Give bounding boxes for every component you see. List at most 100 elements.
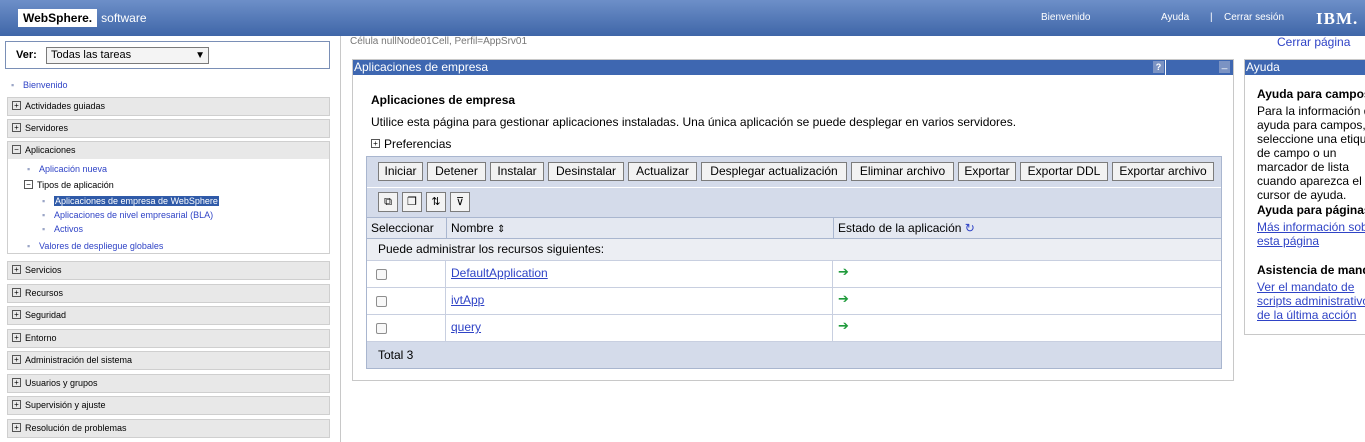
table-row: query ➔ — [367, 315, 1221, 342]
nav-category-servers[interactable]: + Servidores — [7, 119, 330, 138]
portlet-header: Aplicaciones de empresa ? _ — [353, 60, 1233, 75]
refresh-icon[interactable]: ↻ — [965, 221, 975, 235]
page-description: Utilice esta página para gestionar aplic… — [371, 115, 1017, 129]
command-assist-link[interactable]: Ver el mandato de scripts administrativo… — [1257, 280, 1365, 322]
brand-name: WebSphere. — [18, 9, 98, 27]
expand-icon: + — [12, 123, 21, 133]
update-button[interactable]: Actualizar — [628, 162, 697, 181]
bullet-icon: ▪ — [11, 80, 15, 90]
breadcrumb: Célula nullNode01Cell, Perfil=AppSrv01 — [350, 36, 528, 47]
brand-suffix: software — [101, 11, 147, 25]
nav-new-application[interactable]: ▪ Aplicación nueva — [27, 164, 107, 174]
expand-icon: + — [371, 139, 380, 149]
nav-category-resources[interactable]: + Recursos — [7, 284, 330, 303]
command-assist-heading: Asistencia de mandatos — [1257, 263, 1365, 277]
table-total: Total 3 — [367, 342, 1221, 368]
header-divider — [1165, 60, 1166, 75]
expand-icon: + — [12, 265, 21, 275]
welcome-text: Bienvenido — [1041, 12, 1091, 23]
nav-websphere-enterprise-apps[interactable]: ▪ Aplicaciones de empresa de WebSphere — [42, 196, 219, 206]
nav-category-troubleshooting[interactable]: + Resolución de problemas — [7, 419, 330, 438]
row-checkbox[interactable] — [376, 269, 387, 280]
help-icon[interactable]: ? — [1153, 61, 1164, 73]
applications-table: Iniciar Detener Instalar Desinstalar Act… — [366, 156, 1222, 369]
app-link[interactable]: query — [451, 320, 481, 334]
deselect-all-icon[interactable]: ❐ — [402, 192, 422, 212]
expand-icon: + — [12, 101, 21, 111]
bullet-icon: ▪ — [42, 224, 46, 234]
portlet-title: Aplicaciones de empresa — [354, 60, 489, 74]
nav-category-users-groups[interactable]: + Usuarios y grupos — [7, 374, 330, 393]
export-file-button[interactable]: Exportar archivo — [1112, 162, 1214, 181]
bullet-icon: ▪ — [42, 196, 46, 206]
nav-category-monitoring[interactable]: + Supervisión y ajuste — [7, 396, 330, 415]
page-help-heading: Ayuda para páginas — [1257, 203, 1365, 217]
dropdown-arrow-icon: ▼ — [195, 50, 205, 61]
start-button[interactable]: Iniciar — [378, 162, 423, 181]
nav-global-deployment-settings[interactable]: ▪ Valores de despliegue globales — [27, 241, 163, 251]
help-link[interactable]: Ayuda — [1161, 12, 1189, 23]
view-select[interactable]: Todas las tareas ▼ — [46, 47, 209, 64]
started-arrow-icon: ➔ — [838, 319, 849, 334]
preferences-toggle[interactable]: + Preferencias — [371, 137, 451, 151]
logout-link[interactable]: Cerrar sesión — [1224, 12, 1284, 23]
expand-icon: + — [12, 400, 21, 410]
nav-welcome-link[interactable]: ▪ Bienvenido — [11, 80, 68, 90]
top-link-separator: | — [1210, 12, 1213, 23]
table-row: ivtApp ➔ — [367, 288, 1221, 315]
row-checkbox[interactable] — [376, 296, 387, 307]
row-checkbox[interactable] — [376, 323, 387, 334]
expand-icon: + — [12, 310, 21, 320]
bullet-icon: ▪ — [27, 164, 31, 174]
collapse-icon: − — [12, 145, 21, 155]
expand-icon: + — [12, 355, 21, 365]
nav-category-security[interactable]: + Seguridad — [7, 306, 330, 325]
nav-category-services[interactable]: + Servicios — [7, 261, 330, 280]
expand-icon: + — [12, 333, 21, 343]
product-logo: WebSphere. software — [18, 8, 147, 28]
clear-filter-icon[interactable]: ⊽ — [450, 192, 470, 212]
export-ddl-button[interactable]: Exportar DDL — [1020, 162, 1108, 181]
sort-icon[interactable]: ⇕ — [497, 224, 505, 235]
app-link[interactable]: DefaultApplication — [451, 266, 548, 280]
column-name[interactable]: Nombre ⇕ — [447, 218, 834, 239]
bullet-icon: ▪ — [27, 241, 31, 251]
resources-note: Puede administrar los recursos siguiente… — [367, 239, 1221, 261]
close-page-link[interactable]: Cerrar página — [1277, 35, 1350, 49]
field-help-text: Para la información de ayuda para campos… — [1257, 104, 1365, 202]
app-link[interactable]: ivtApp — [451, 293, 484, 307]
rollout-update-button[interactable]: Desplegar actualización — [701, 162, 847, 181]
nav-category-applications: − Aplicaciones ▪ Aplicación nueva − Tipos d… — [7, 141, 330, 254]
selection-icon-bar: ⧉ ❐ ⇅ ⊽ — [367, 187, 1221, 217]
nav-business-level-apps[interactable]: ▪ Aplicaciones de nivel empresarial (BLA) — [42, 210, 213, 220]
uninstall-button[interactable]: Desinstalar — [548, 162, 624, 181]
navigation-panel: Ver: Todas las tareas ▼ ▪ Bienvenido + Act… — [0, 36, 341, 442]
ibm-logo: IBM. — [1316, 9, 1359, 28]
page-help-link[interactable]: Más información sobre esta página — [1257, 220, 1365, 248]
view-filter: Ver: Todas las tareas ▼ — [5, 41, 330, 69]
show-filter-icon[interactable]: ⇅ — [426, 192, 446, 212]
started-arrow-icon: ➔ — [838, 265, 849, 280]
nav-applications-header[interactable]: − Aplicaciones — [8, 142, 329, 159]
nav-assets[interactable]: ▪ Activos — [42, 224, 83, 234]
expand-icon: + — [12, 423, 21, 433]
collapse-icon: − — [24, 180, 33, 190]
action-toolbar: Iniciar Detener Instalar Desinstalar Act… — [367, 157, 1221, 187]
column-select: Seleccionar — [367, 218, 447, 239]
stop-button[interactable]: Detener — [427, 162, 486, 181]
table-row: DefaultApplication ➔ — [367, 261, 1221, 288]
nav-category-guided-activities[interactable]: + Actividades guiadas — [7, 97, 330, 116]
export-button[interactable]: Exportar — [958, 162, 1016, 181]
enterprise-apps-portlet: Aplicaciones de empresa ? _ Aplicaciones… — [352, 59, 1234, 381]
remove-file-button[interactable]: Eliminar archivo — [851, 162, 954, 181]
minimize-icon[interactable]: _ — [1219, 60, 1230, 73]
bullet-icon: ▪ — [42, 210, 46, 220]
field-help-heading: Ayuda para campos — [1257, 87, 1365, 101]
install-button[interactable]: Instalar — [490, 162, 544, 181]
nav-category-environment[interactable]: + Entorno — [7, 329, 330, 348]
select-all-icon[interactable]: ⧉ — [378, 192, 398, 212]
nav-application-types[interactable]: − Tipos de aplicación — [24, 180, 114, 190]
top-banner: WebSphere. software Bienvenido Ayuda | C… — [0, 0, 1365, 36]
started-arrow-icon: ➔ — [838, 292, 849, 307]
nav-category-system-admin[interactable]: + Administración del sistema — [7, 351, 330, 370]
